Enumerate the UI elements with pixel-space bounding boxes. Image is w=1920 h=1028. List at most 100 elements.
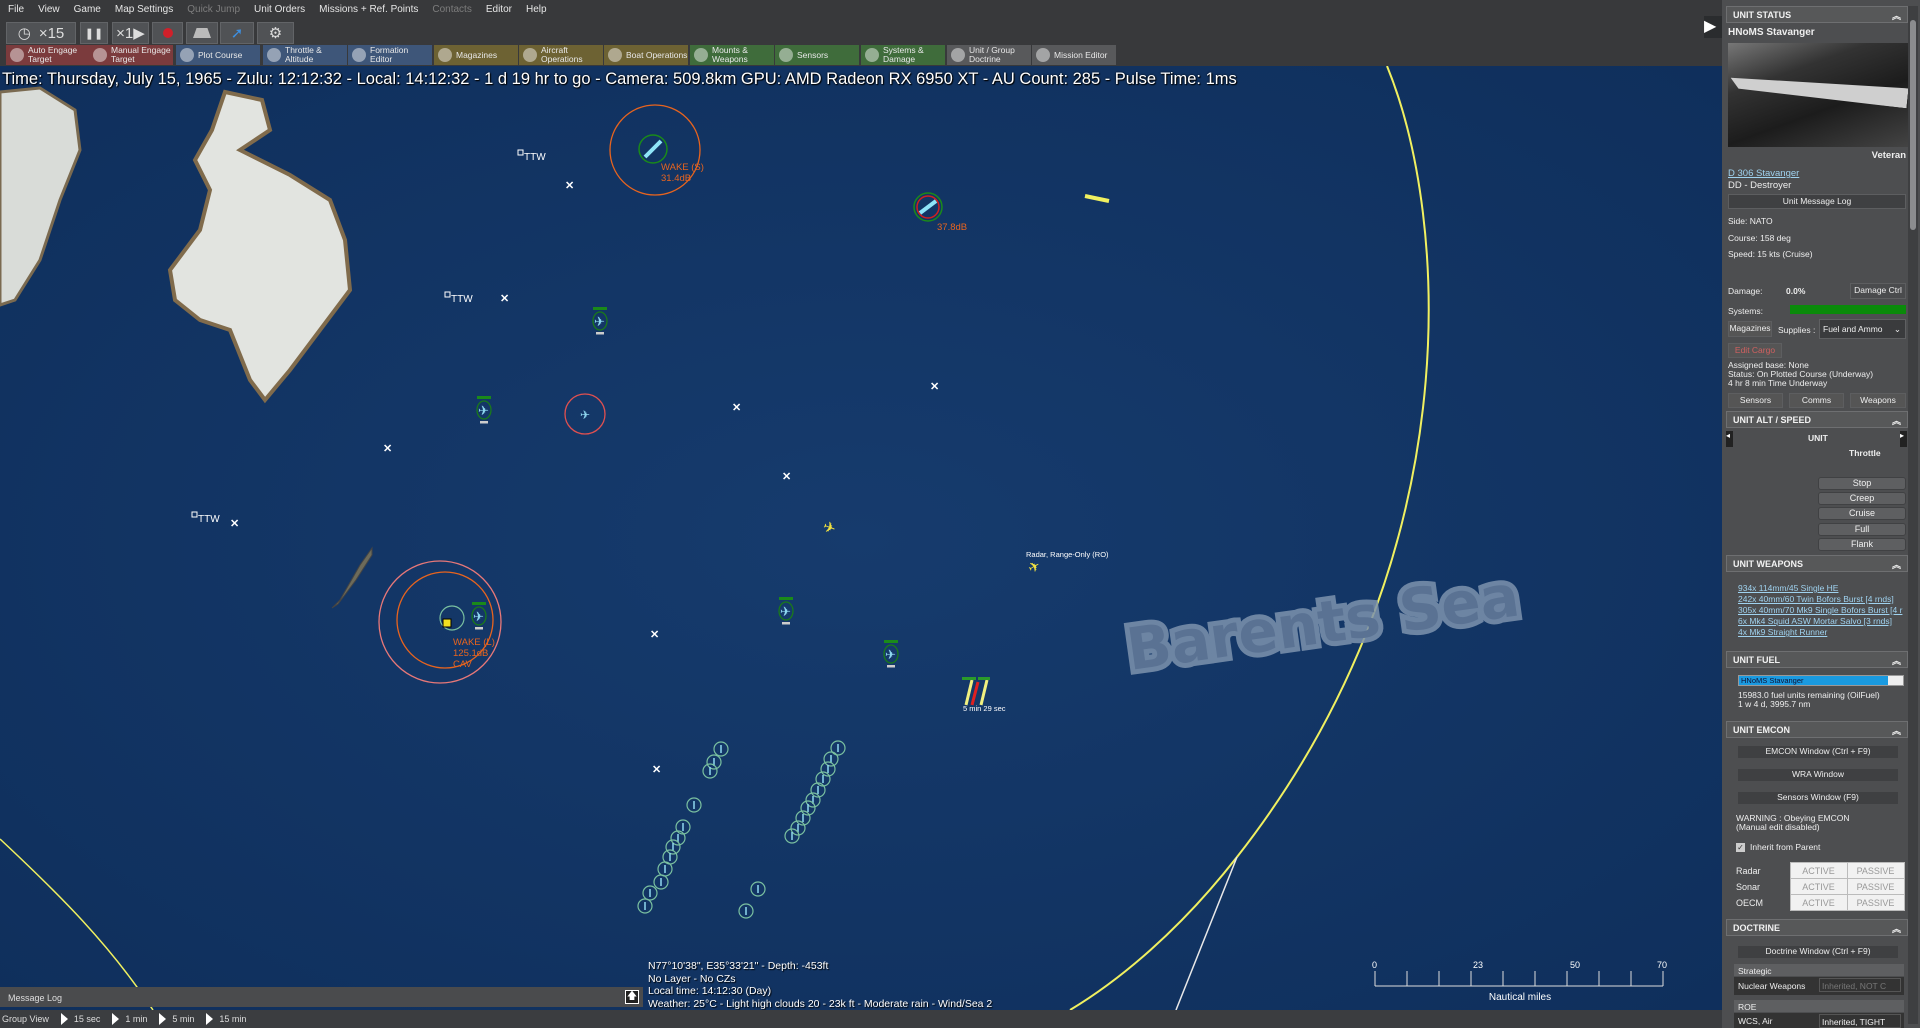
panel-toggle-button[interactable]: ▶ [1704,16,1724,38]
map-canvas[interactable]: Barents Sea Barents Sea TTW TTW TTW ✕✕✕✕… [0,66,1722,1010]
step-5min[interactable]: 5 min [172,1014,194,1024]
weapon-item[interactable]: 934x 114mm/45 Single HE [1738,583,1906,594]
supplies-dropdown[interactable]: Fuel and Ammo ⌄ [1819,319,1906,339]
doctrine-header[interactable]: DOCTRINE ︽ [1726,919,1908,936]
weapon-item[interactable]: 242x 40mm/60 Twin Bofors Burst [4 rnds] [1738,594,1906,605]
fuel-header[interactable]: UNIT FUEL ︽ [1726,651,1908,668]
toolbar-button-mission-editor[interactable]: Mission Editor [1032,45,1116,65]
toolbar-button-mounts-weapons[interactable]: Mounts & Weapons [690,45,774,65]
tab-weapons[interactable]: Weapons [1850,393,1906,408]
throttle-cruise[interactable]: Cruise [1818,507,1906,520]
toolbar-button-magazines[interactable]: Magazines [434,45,518,65]
tab-sensors[interactable]: Sensors [1728,393,1783,408]
toolbar-button-systems-damage[interactable]: Systems & Damage [861,45,945,65]
play-icon[interactable] [206,1013,214,1025]
waypoint-marker[interactable]: ✕ [500,293,509,305]
menu-editor[interactable]: Editor [486,4,512,15]
step-15sec[interactable]: 15 sec [74,1014,101,1024]
toolbar-button-sensors[interactable]: Sensors [775,45,859,65]
menu-view[interactable]: View [38,4,60,15]
tactical-map[interactable]: Barents Sea Barents Sea TTW TTW TTW ✕ ✕ ✕ ✕… [0,66,1722,1010]
menu-unit-orders[interactable]: Unit Orders [254,4,305,15]
throttle-creep[interactable]: Creep [1818,492,1906,505]
settings-button[interactable]: ⚙ [257,22,294,44]
speed-button[interactable]: ×1▶ [112,22,149,44]
toolbar-button-throttle-altitude[interactable]: Throttle & Altitude [263,45,347,65]
unit-status-header[interactable]: UNIT STATUS ︽ [1726,6,1908,23]
wra-window-button[interactable]: WRA Window [1738,769,1898,781]
sonar-passive[interactable]: PASSIVE [1846,878,1905,895]
radar-active[interactable]: ACTIVE [1789,862,1848,879]
radar-passive[interactable]: PASSIVE [1846,862,1905,879]
oecm-active[interactable]: ACTIVE [1789,894,1848,911]
throttle-stop[interactable]: Stop [1818,477,1906,490]
panel-scrollbar[interactable] [1908,6,1918,1024]
menu-map-settings[interactable]: Map Settings [115,4,173,15]
message-log-bar[interactable]: Message Log 🡅 [0,987,643,1007]
scrollbar-thumb[interactable] [1910,20,1916,230]
tab-comms[interactable]: Comms [1789,393,1844,408]
toolbar-button-aircraft-operations[interactable]: Aircraft Operations [519,45,603,65]
doctrine-window-button[interactable]: Doctrine Window (Ctrl + F9) [1738,946,1898,958]
menu-missions[interactable]: Missions + Ref. Points [319,4,418,15]
next-arrow[interactable]: ▸ [1900,431,1907,447]
waypoint-marker[interactable]: ✕ [930,381,939,393]
checkbox-icon[interactable]: ✓ [1736,842,1745,852]
sensors-window-button[interactable]: Sensors Window (F9) [1738,792,1898,804]
collapse-icon[interactable]: ︽ [1892,414,1901,427]
weapons-header[interactable]: UNIT WEAPONS ︽ [1726,555,1908,572]
toolbar-button-boat-operations[interactable]: Boat Operations [604,45,688,65]
collapse-icon[interactable]: ︽ [1892,724,1901,737]
collapse-icon[interactable]: ︽ [1892,922,1901,935]
waypoint-marker[interactable]: ✕ [782,471,791,483]
menu-game[interactable]: Game [74,4,101,15]
damage-control-button[interactable]: Damage Ctrl [1850,283,1906,299]
waypoint-marker[interactable]: ✕ [652,764,661,776]
time-compression-button[interactable]: ◷ ×15 [6,22,76,44]
toolbar-button-auto-engage-target[interactable]: Auto Engage Target [6,45,90,65]
waypoint-marker[interactable]: ✕ [650,629,659,641]
toolbar-button-plot-course[interactable]: Plot Course [176,45,260,65]
jump-button[interactable]: ➚ [220,22,254,44]
edit-cargo-button[interactable]: Edit Cargo [1728,343,1782,358]
unit-message-log-button[interactable]: Unit Message Log [1728,194,1906,209]
pause-button[interactable]: ❚❚ [80,22,108,44]
weapon-item[interactable]: 305x 40mm/70 Mk9 Single Bofors Burst [4 … [1738,605,1906,616]
waypoint-marker[interactable]: ✕ [383,443,392,455]
oecm-passive[interactable]: PASSIVE [1846,894,1905,911]
toolbar-button-formation-editor[interactable]: Formation Editor [348,45,432,65]
play-icon[interactable] [60,1013,68,1025]
weapon-item[interactable]: 4x Mk9 Straight Runner [1738,627,1906,638]
collapse-icon[interactable]: ︽ [1892,9,1901,22]
emcon-window-button[interactable]: EMCON Window (Ctrl + F9) [1738,746,1898,758]
menu-contacts[interactable]: Contacts [432,4,471,15]
waypoint-marker[interactable]: ✕ [230,518,239,530]
collapse-icon[interactable]: ︽ [1892,654,1901,667]
toolbar-button-manual-engage-target[interactable]: Manual Engage Target [89,45,173,65]
menu-help[interactable]: Help [526,4,547,15]
play-icon[interactable] [159,1013,167,1025]
waypoint-marker[interactable]: ✕ [565,180,574,192]
prev-arrow[interactable]: ◂ [1726,431,1733,447]
unit-class-link[interactable]: D 306 Stavanger [1728,168,1799,179]
ramp-button[interactable] [186,22,218,44]
inherit-checkbox[interactable]: ✓ Inherit from Parent [1736,842,1820,852]
magazines-button[interactable]: Magazines [1728,321,1772,337]
menu-file[interactable]: File [8,4,24,15]
alt-speed-header[interactable]: UNIT ALT / SPEED ︽ [1726,411,1908,428]
menu-quick-jump[interactable]: Quick Jump [187,4,240,15]
collapse-icon[interactable]: ︽ [1892,558,1901,571]
waypoint-marker[interactable]: ✕ [732,402,741,414]
throttle-full[interactable]: Full [1818,523,1906,536]
step-15min[interactable]: 15 min [219,1014,246,1024]
play-icon[interactable] [112,1013,120,1025]
expand-log-button[interactable]: 🡅 [625,990,639,1004]
record-button[interactable] [152,22,183,44]
sonar-active[interactable]: ACTIVE [1789,878,1848,895]
toolbar-button-unit-group-doctrine[interactable]: Unit / Group Doctrine [947,45,1031,65]
throttle-flank[interactable]: Flank [1818,538,1906,551]
step-1min[interactable]: 1 min [125,1014,147,1024]
weapon-item[interactable]: 6x Mk4 Squid ASW Mortar Salvo [3 rnds] [1738,616,1906,627]
emcon-header[interactable]: UNIT EMCON ︽ [1726,721,1908,738]
nuclear-dropdown[interactable]: Inherited, NOT C [1819,978,1901,992]
